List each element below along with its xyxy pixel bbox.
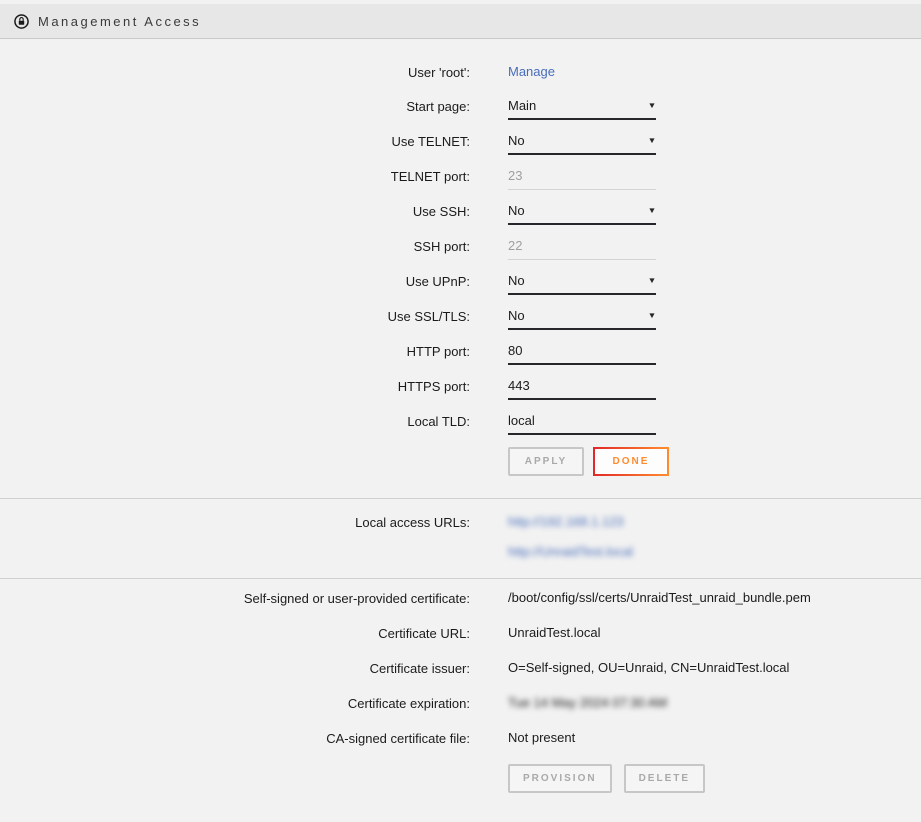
- field-label: Certificate issuer:: [0, 659, 470, 678]
- chevron-down-icon: ▼: [648, 136, 657, 146]
- local-access-section: Local access URLs: http://192.168.1.123 …: [0, 499, 921, 578]
- field-label: Use SSH:: [0, 202, 470, 221]
- select-value: No: [508, 133, 525, 148]
- select-value: No: [508, 308, 525, 323]
- field-label: Use TELNET:: [0, 132, 470, 151]
- field-label: Local TLD:: [0, 412, 470, 431]
- cert-row-issuer: Certificate issuer: O=Self-signed, OU=Un…: [0, 659, 921, 678]
- field-label: Use SSL/TLS:: [0, 307, 470, 326]
- field-label: Start page:: [0, 97, 470, 116]
- cert-row-expiration: Certificate expiration: Tue 14 May 2024 …: [0, 694, 921, 713]
- manage-link[interactable]: Manage: [508, 64, 555, 79]
- certificate-section: Self-signed or user-provided certificate…: [0, 579, 921, 793]
- use-telnet-select[interactable]: No ▼: [508, 132, 656, 155]
- management-access-form: User 'root': Manage Start page: Main ▼ U…: [0, 39, 921, 498]
- form-row-local-tld: Local TLD:: [0, 412, 921, 435]
- field-label: Local access URLs:: [0, 513, 470, 532]
- select-value: No: [508, 203, 525, 218]
- panel-header: Management Access: [0, 4, 921, 39]
- cert-bundle-path: /boot/config/ssl/certs/UnraidTest_unraid…: [508, 589, 921, 607]
- apply-button[interactable]: APPLY: [508, 447, 584, 476]
- form-row-http-port: HTTP port:: [0, 342, 921, 365]
- field-label: Certificate expiration:: [0, 694, 470, 713]
- use-ssl-select[interactable]: No ▼: [508, 307, 656, 330]
- form-row-use-upnp: Use UPnP: No ▼: [0, 272, 921, 295]
- form-row-telnet-port: TELNET port:: [0, 167, 921, 190]
- field-label: User 'root':: [0, 63, 470, 82]
- form-row-start-page: Start page: Main ▼: [0, 97, 921, 120]
- field-label: HTTPS port:: [0, 377, 470, 396]
- form-buttons-row: APPLY DONE: [0, 447, 921, 476]
- panel-title: Management Access: [38, 14, 201, 29]
- field-label: Use UPnP:: [0, 272, 470, 291]
- select-value: No: [508, 273, 525, 288]
- form-row-user-root: User 'root': Manage: [0, 63, 921, 82]
- cert-buttons-row: PROVISION DELETE: [0, 764, 921, 793]
- field-label: HTTP port:: [0, 342, 470, 361]
- field-label: SSH port:: [0, 237, 470, 256]
- lock-circle-icon: [14, 14, 29, 29]
- field-label: TELNET port:: [0, 167, 470, 186]
- field-label: CA-signed certificate file:: [0, 729, 470, 748]
- http-port-input[interactable]: [508, 342, 656, 365]
- start-page-select[interactable]: Main ▼: [508, 97, 656, 120]
- https-port-input[interactable]: [508, 377, 656, 400]
- telnet-port-input: [508, 167, 656, 190]
- field-label: Self-signed or user-provided certificate…: [0, 589, 470, 608]
- local-access-url-2[interactable]: http://UnraidTest.local: [508, 544, 633, 559]
- cert-expiration: Tue 14 May 2024 07:30 AM: [508, 694, 921, 712]
- cert-row-ca-file: CA-signed certificate file: Not present: [0, 729, 921, 748]
- ca-cert-status: Not present: [508, 729, 921, 747]
- done-button[interactable]: DONE: [593, 447, 669, 476]
- local-access-url-1[interactable]: http://192.168.1.123: [508, 514, 624, 529]
- form-row-use-ssl: Use SSL/TLS: No ▼: [0, 307, 921, 330]
- provision-button[interactable]: PROVISION: [508, 764, 612, 793]
- form-row-use-ssh: Use SSH: No ▼: [0, 202, 921, 225]
- local-access-row: Local access URLs: http://192.168.1.123 …: [0, 513, 921, 561]
- cert-url: UnraidTest.local: [508, 624, 921, 642]
- chevron-down-icon: ▼: [648, 206, 657, 216]
- cert-row-bundle: Self-signed or user-provided certificate…: [0, 589, 921, 608]
- form-row-https-port: HTTPS port:: [0, 377, 921, 400]
- chevron-down-icon: ▼: [648, 276, 657, 286]
- delete-button[interactable]: DELETE: [624, 764, 705, 793]
- chevron-down-icon: ▼: [648, 311, 657, 321]
- form-row-use-telnet: Use TELNET: No ▼: [0, 132, 921, 155]
- chevron-down-icon: ▼: [648, 101, 657, 111]
- cert-issuer: O=Self-signed, OU=Unraid, CN=UnraidTest.…: [508, 659, 921, 677]
- use-ssh-select[interactable]: No ▼: [508, 202, 656, 225]
- select-value: Main: [508, 98, 536, 113]
- local-tld-input[interactable]: [508, 412, 656, 435]
- form-row-ssh-port: SSH port:: [0, 237, 921, 260]
- field-label: Certificate URL:: [0, 624, 470, 643]
- cert-row-url: Certificate URL: UnraidTest.local: [0, 624, 921, 643]
- use-upnp-select[interactable]: No ▼: [508, 272, 656, 295]
- ssh-port-input: [508, 237, 656, 260]
